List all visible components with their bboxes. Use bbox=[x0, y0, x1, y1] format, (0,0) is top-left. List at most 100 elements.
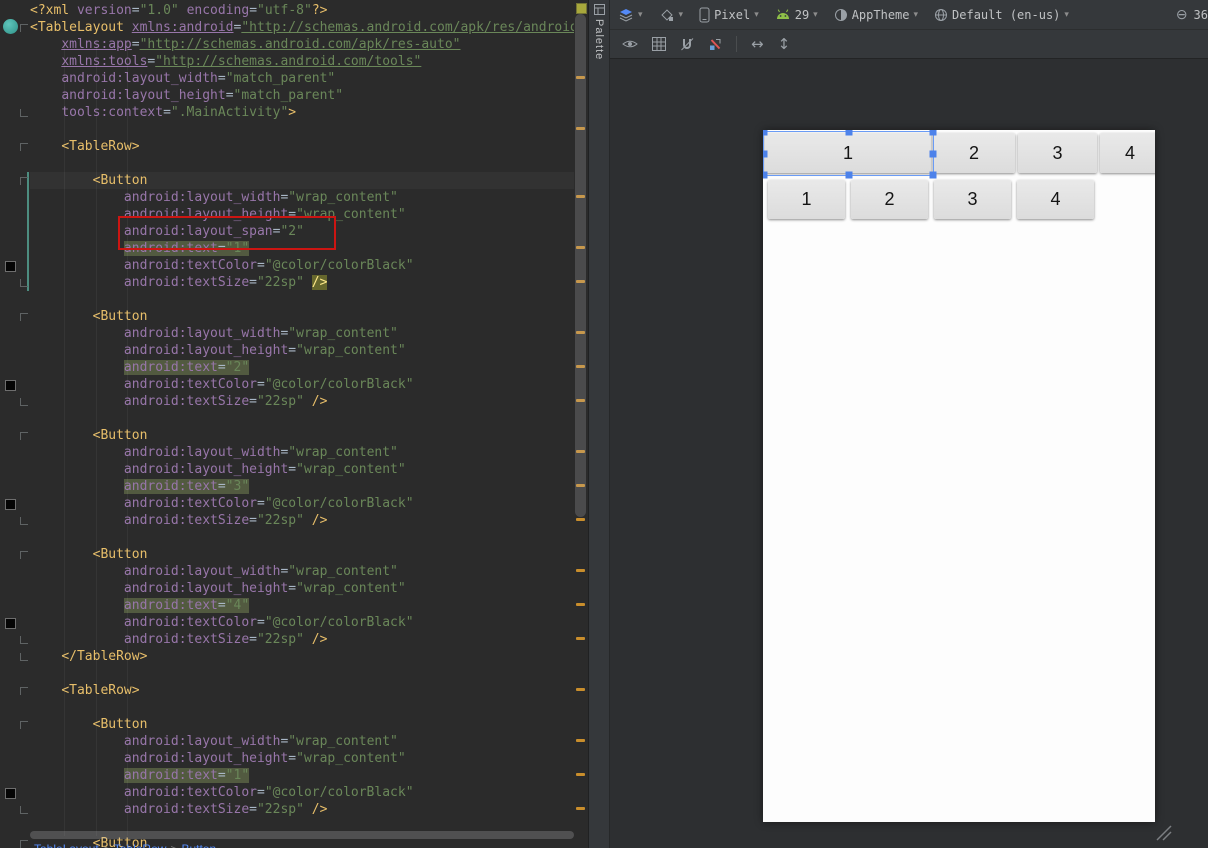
color-swatch-black[interactable] bbox=[5, 380, 16, 391]
fold-marker-open[interactable] bbox=[20, 840, 28, 848]
selection-handle[interactable] bbox=[845, 130, 852, 136]
selection-overlay bbox=[763, 130, 937, 179]
density-grid-button[interactable] bbox=[652, 37, 666, 51]
device-label: Pixel bbox=[714, 7, 751, 22]
palette-label[interactable]: Palette bbox=[593, 19, 605, 60]
gutter-icon[interactable] bbox=[3, 19, 18, 34]
error-stripe[interactable] bbox=[574, 0, 588, 848]
device-canvas[interactable]: 12341234 bbox=[763, 130, 1155, 822]
canvas-button-4[interactable]: 4 bbox=[1100, 133, 1155, 173]
android-icon bbox=[776, 9, 789, 19]
magnet-off-icon bbox=[681, 38, 694, 51]
fold-marker-open[interactable] bbox=[20, 24, 28, 32]
android-studio-window: <?xml version="1.0" encoding="utf-8"?> <T… bbox=[0, 0, 1208, 848]
selection-handle[interactable] bbox=[763, 130, 768, 136]
pan-horizontal-icon[interactable]: ↔ bbox=[751, 35, 764, 53]
api-level-selector[interactable]: 29 ▾ bbox=[775, 8, 818, 22]
code-line: android:textSize="22sp" /> bbox=[123, 394, 328, 409]
code-line: </TableRow> bbox=[61, 649, 148, 664]
fold-marker-close[interactable] bbox=[20, 109, 28, 117]
stripe-mark[interactable] bbox=[576, 807, 585, 810]
vcs-change-bar bbox=[27, 172, 29, 291]
fold-marker-close[interactable] bbox=[20, 517, 28, 525]
selection-handle[interactable] bbox=[929, 130, 937, 136]
stripe-mark[interactable] bbox=[576, 637, 585, 640]
xml-editor-pane[interactable]: <?xml version="1.0" encoding="utf-8"?> <T… bbox=[0, 0, 588, 848]
theme-selector[interactable]: AppTheme ▾ bbox=[834, 8, 918, 22]
selection-handle[interactable] bbox=[845, 171, 852, 179]
breadcrumb-item[interactable]: Button bbox=[181, 842, 216, 848]
breadcrumbs[interactable]: TableLayout>TableRow>Button bbox=[34, 842, 220, 848]
annotation-highlight-box bbox=[118, 216, 336, 250]
fold-marker-open[interactable] bbox=[20, 721, 28, 729]
chevron-down-icon: ▾ bbox=[678, 9, 684, 19]
canvas-button-2[interactable]: 2 bbox=[851, 180, 928, 219]
autoconnect-off-button[interactable] bbox=[680, 37, 694, 51]
fold-marker-close[interactable] bbox=[20, 636, 28, 644]
theme-label: AppTheme bbox=[851, 7, 910, 22]
stripe-mark[interactable] bbox=[576, 739, 585, 742]
color-swatch-black[interactable] bbox=[5, 618, 16, 629]
fold-marker-close[interactable] bbox=[20, 653, 28, 661]
canvas-button-3[interactable]: 3 bbox=[1018, 133, 1097, 173]
code-line: <TableRow> bbox=[61, 139, 140, 154]
horizontal-scrollbar[interactable] bbox=[30, 831, 574, 839]
code-line: android:textSize="22sp" /> bbox=[123, 513, 328, 528]
selection-handle[interactable] bbox=[763, 171, 768, 179]
breadcrumb-separator: > bbox=[170, 842, 177, 848]
fold-marker-open[interactable] bbox=[20, 177, 28, 185]
canvas-button-1[interactable]: 1 bbox=[768, 180, 845, 219]
selection-handle[interactable] bbox=[929, 171, 937, 179]
zoom-out-icon[interactable]: ⊖ bbox=[1176, 6, 1188, 23]
view-options-button[interactable] bbox=[622, 38, 638, 50]
fold-marker-open[interactable] bbox=[20, 687, 28, 695]
stripe-mark[interactable] bbox=[576, 569, 585, 572]
stripe-mark[interactable] bbox=[576, 518, 585, 521]
locale-selector[interactable]: Default (en-us) ▾ bbox=[934, 8, 1069, 22]
design-scene[interactable]: 12341234 bbox=[610, 59, 1208, 848]
canvas-button-3[interactable]: 3 bbox=[934, 180, 1011, 219]
code-line: android:layout_width="match_parent" bbox=[61, 71, 336, 86]
color-swatch-black[interactable] bbox=[5, 499, 16, 510]
chevron-down-icon: ▾ bbox=[913, 9, 919, 19]
code-line: android:layout_height="wrap_content" bbox=[123, 462, 406, 477]
code-area[interactable]: <?xml version="1.0" encoding="utf-8"?> <T… bbox=[30, 2, 574, 848]
indent-guide bbox=[127, 40, 128, 836]
pan-vertical-icon[interactable]: ↕ bbox=[778, 35, 791, 53]
stripe-mark[interactable] bbox=[576, 773, 585, 776]
theme-icon bbox=[834, 8, 847, 21]
api-level-label: 29 bbox=[794, 7, 810, 22]
fold-marker-open[interactable] bbox=[20, 313, 28, 321]
clear-constraints-button[interactable] bbox=[708, 37, 722, 51]
selection-handle[interactable] bbox=[929, 150, 937, 157]
device-selector[interactable]: Pixel ▾ bbox=[699, 7, 759, 23]
fold-marker-open[interactable] bbox=[20, 551, 28, 559]
vertical-scrollbar-thumb[interactable] bbox=[575, 14, 586, 517]
code-line: android:textSize="22sp" /> bbox=[123, 632, 328, 647]
breadcrumb-item[interactable]: TableRow bbox=[114, 842, 167, 848]
color-swatch-black[interactable] bbox=[5, 788, 16, 799]
resize-handle-icon[interactable] bbox=[1155, 825, 1173, 841]
horizontal-scrollbar-thumb[interactable] bbox=[30, 831, 574, 839]
canvas-button-4[interactable]: 4 bbox=[1017, 180, 1094, 219]
breadcrumb-item[interactable]: TableLayout bbox=[34, 842, 99, 848]
code-line: <Button bbox=[92, 717, 148, 732]
orientation-selector[interactable]: ▾ bbox=[659, 7, 684, 23]
stripe-mark[interactable] bbox=[576, 603, 585, 606]
color-swatch-black[interactable] bbox=[5, 261, 16, 272]
fold-marker-open[interactable] bbox=[20, 432, 28, 440]
fold-marker-close[interactable] bbox=[20, 398, 28, 406]
canvas-button-2[interactable]: 2 bbox=[933, 133, 1015, 173]
selection-handle[interactable] bbox=[763, 150, 768, 157]
palette-tool-strip[interactable]: Palette bbox=[588, 0, 610, 848]
code-line: android:layout_height="wrap_content" bbox=[123, 581, 406, 596]
fold-marker-close[interactable] bbox=[20, 806, 28, 814]
inspection-indicator[interactable] bbox=[576, 3, 587, 14]
code-line: android:text="2" bbox=[123, 360, 250, 375]
stripe-mark[interactable] bbox=[576, 688, 585, 691]
fold-marker-close[interactable] bbox=[20, 279, 28, 287]
design-surface-selector[interactable]: ▾ bbox=[618, 7, 643, 23]
fold-marker-open[interactable] bbox=[20, 143, 28, 151]
